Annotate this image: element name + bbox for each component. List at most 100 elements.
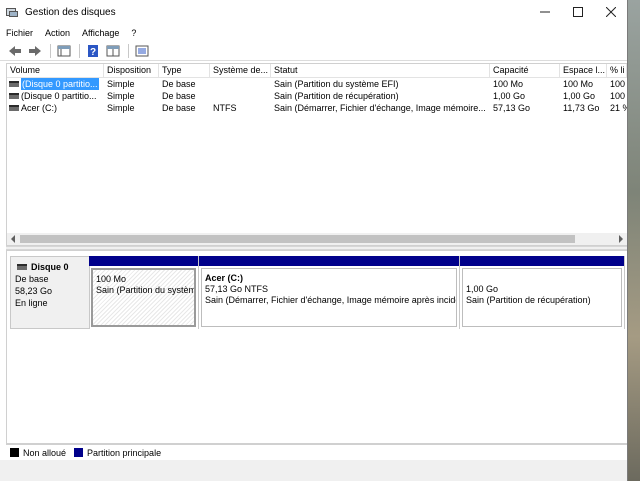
cell-status: Sain (Démarrer, Fichier d'échange, Image… xyxy=(274,103,486,113)
partition-efi[interactable]: 100 Mo Sain (Partition du systèm xyxy=(89,256,199,329)
menu-help[interactable]: ? xyxy=(131,27,136,39)
legend-label: Partition principale xyxy=(87,447,162,458)
cell-disposition: Simple xyxy=(107,79,135,89)
scroll-left-icon[interactable] xyxy=(7,233,19,245)
toolbar: ? xyxy=(0,41,627,61)
disk-state: En ligne xyxy=(15,298,48,308)
toolbar-separator xyxy=(50,43,51,58)
minimize-button[interactable] xyxy=(528,0,561,24)
cell-status: Sain (Partition de récupération) xyxy=(274,91,399,101)
column-header-filesystem[interactable]: Système de... xyxy=(210,64,271,77)
table-row[interactable]: (Disque 0 partitio... Simple De base Sai… xyxy=(7,90,627,102)
disk-management-window: Gestion des disques Fichier Action Affic… xyxy=(0,0,628,481)
partition-type-bar xyxy=(89,256,198,266)
partition-type-bar xyxy=(460,256,624,266)
column-header-free-percent[interactable]: % li xyxy=(607,64,627,77)
properties-icon xyxy=(106,45,120,56)
cell-type: De base xyxy=(162,79,196,89)
partition-status: Sain (Partition du systèm xyxy=(96,285,196,295)
legend-item-primary: Partition principale xyxy=(74,448,161,458)
cell-filesystem: NTFS xyxy=(213,103,237,113)
menu-bar: Fichier Action Affichage ? xyxy=(0,24,627,41)
column-header-type[interactable]: Type xyxy=(159,64,210,77)
volume-list: Volume Disposition Type Système de... St… xyxy=(6,63,627,246)
column-header-capacity[interactable]: Capacité xyxy=(490,64,560,77)
legend-swatch-primary xyxy=(74,448,84,457)
cell-free-space: 11,73 Go xyxy=(563,103,600,113)
help-icon: ? xyxy=(88,44,98,57)
partition-type-bar xyxy=(199,256,459,266)
column-header-disposition[interactable]: Disposition xyxy=(104,64,159,77)
partition-size: 100 Mo xyxy=(96,274,127,284)
forward-icon xyxy=(29,45,41,56)
cell-filesystem xyxy=(210,90,271,102)
column-header-status[interactable]: Statut xyxy=(271,64,490,77)
disk-size: 58,23 Go xyxy=(15,286,53,296)
help-button[interactable]: ? xyxy=(84,43,102,59)
column-header-free-space[interactable]: Espace l... xyxy=(560,64,607,77)
close-button[interactable] xyxy=(594,0,627,24)
table-row[interactable]: (Disque 0 partitio... Simple De base Sai… xyxy=(7,78,627,90)
view-button[interactable] xyxy=(133,43,151,59)
window-title: Gestion des disques xyxy=(25,6,116,18)
cell-free-space: 100 Mo xyxy=(563,79,594,89)
volume-name: Acer (C:) xyxy=(21,103,57,113)
back-button[interactable] xyxy=(6,43,24,59)
cell-disposition: Simple xyxy=(107,91,135,101)
scroll-right-icon[interactable] xyxy=(615,233,627,245)
partition-acer-c[interactable]: Acer (C:) 57,13 Go NTFS Sain (Démarrer, … xyxy=(199,256,460,329)
cell-type: De base xyxy=(162,103,196,113)
disk-type: De base xyxy=(15,274,49,284)
legend-item-unallocated: Non alloué xyxy=(10,448,66,458)
disk-icon xyxy=(17,264,27,270)
partition-size: 1,00 Go xyxy=(466,284,499,294)
legend-label: Non alloué xyxy=(23,447,67,458)
close-icon xyxy=(605,7,616,17)
menu-affichage[interactable]: Affichage xyxy=(82,27,119,39)
horizontal-scrollbar[interactable] xyxy=(7,233,627,245)
table-row[interactable]: Acer (C:) Simple De base NTFS Sain (Déma… xyxy=(7,102,627,114)
title-bar: Gestion des disques xyxy=(0,0,627,24)
cell-free-percent: 100 xyxy=(610,79,626,89)
cell-filesystem xyxy=(210,78,271,90)
status-bar xyxy=(0,460,627,481)
disk-management-app-icon xyxy=(6,6,20,18)
cell-free-percent: 21 % xyxy=(610,103,627,113)
svg-text:?: ? xyxy=(90,47,96,57)
minimize-icon xyxy=(539,11,550,13)
cell-capacity: 1,00 Go xyxy=(493,91,526,101)
disk-graphical-view: Disque 0 De base 58,23 Go En ligne 100 M… xyxy=(6,250,627,444)
menu-action[interactable]: Action xyxy=(45,27,70,39)
properties-button[interactable] xyxy=(104,43,122,59)
partition-status: Sain (Démarrer, Fichier d'échange, Image… xyxy=(205,295,457,305)
column-header-volume[interactable]: Volume xyxy=(7,64,104,77)
partition-recovery[interactable]: 1,00 Go Sain (Partition de récupération) xyxy=(460,256,625,329)
cell-capacity: 100 Mo xyxy=(493,79,524,89)
console-button[interactable] xyxy=(55,43,73,59)
cell-free-space: 1,00 Go xyxy=(563,91,596,101)
volume-icon xyxy=(9,93,19,99)
console-icon xyxy=(57,45,71,56)
legend: Non alloué Partition principale xyxy=(6,444,627,460)
cell-free-percent: 100 xyxy=(610,91,626,101)
partition-name: Acer (C:) xyxy=(205,273,244,283)
volume-icon xyxy=(9,105,19,111)
menu-fichier[interactable]: Fichier xyxy=(6,27,33,39)
partition-status: Sain (Partition de récupération) xyxy=(466,295,591,305)
partition-size: 57,13 Go NTFS xyxy=(205,284,269,294)
disk-0-info[interactable]: Disque 0 De base 58,23 Go En ligne xyxy=(10,256,90,329)
back-icon xyxy=(9,45,21,56)
maximize-button[interactable] xyxy=(561,0,594,24)
forward-button[interactable] xyxy=(26,43,44,59)
cell-status: Sain (Partition du système EFI) xyxy=(274,79,399,89)
cell-disposition: Simple xyxy=(107,103,135,113)
scrollbar-thumb[interactable] xyxy=(20,235,575,243)
volume-icon xyxy=(9,81,19,87)
window-controls xyxy=(528,0,627,24)
view-icon xyxy=(135,45,149,56)
legend-swatch-unallocated xyxy=(10,448,19,457)
toolbar-separator xyxy=(128,43,129,58)
volume-name: (Disque 0 partitio... xyxy=(21,78,99,90)
partition-strip: 100 Mo Sain (Partition du systèm Acer (C… xyxy=(89,256,625,329)
disk-name: Disque 0 xyxy=(31,262,69,272)
